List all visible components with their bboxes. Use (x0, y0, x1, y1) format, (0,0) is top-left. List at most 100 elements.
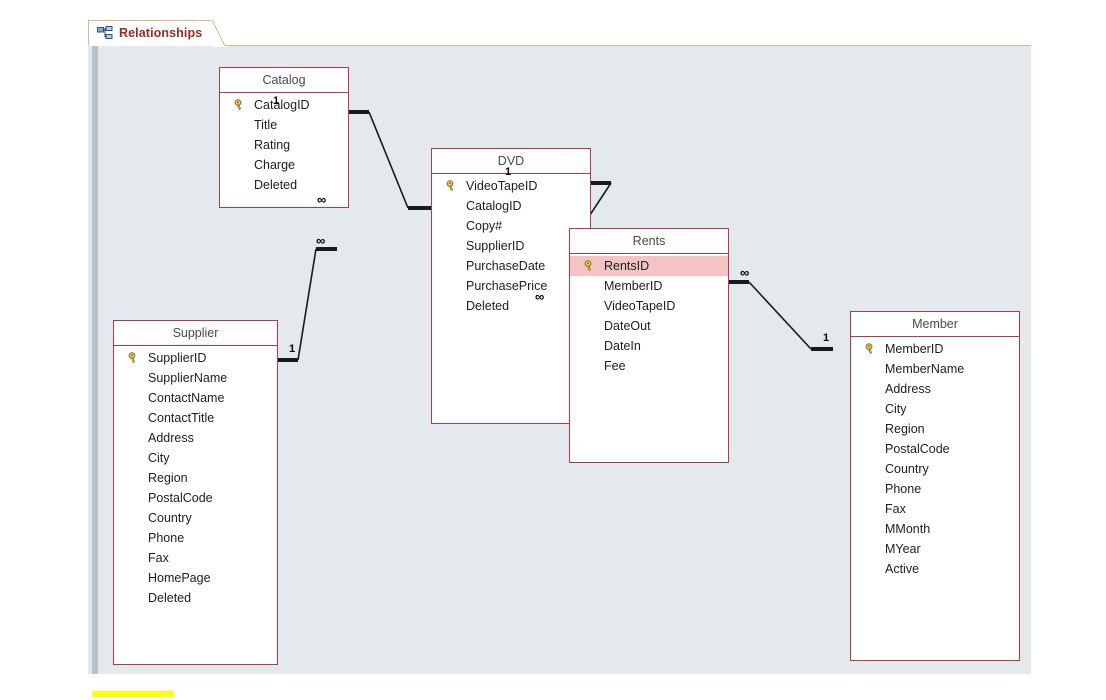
field-row[interactable]: Address (851, 379, 1019, 399)
field-row[interactable]: ContactName (114, 388, 277, 408)
field-row[interactable]: Deleted (432, 296, 590, 316)
relationships-canvas[interactable]: Catalog CatalogID Title Rating Charge Deleted… (88, 46, 1031, 674)
field-row[interactable]: MemberName (851, 359, 1019, 379)
relationship-catalog-dvd[interactable] (349, 110, 431, 210)
field-row[interactable]: Title (220, 115, 348, 135)
field-row[interactable]: SupplierName (114, 368, 277, 388)
field-list: MemberID MemberName Address City Region Posta… (851, 337, 1019, 579)
field-name: MemberID (604, 279, 663, 293)
field-name: Copy# (466, 219, 503, 233)
field-row[interactable]: PostalCode (114, 488, 277, 508)
table-title-catalog[interactable]: Catalog (220, 68, 348, 93)
field-name: SupplierID (148, 351, 207, 365)
field-name: ContactName (148, 391, 225, 405)
vertical-scrollbar-thumb[interactable] (92, 46, 98, 674)
tab-slant-edge (211, 19, 227, 47)
relationship-supplier-dvd[interactable] (278, 247, 337, 362)
field-name: MemberName (885, 362, 965, 376)
field-row[interactable]: CatalogID (220, 95, 348, 115)
field-name: SupplierName (148, 371, 228, 385)
field-row[interactable]: Rating (220, 135, 348, 155)
relationship-diagonal (297, 248, 317, 361)
table-title-member[interactable]: Member (851, 312, 1019, 337)
field-row[interactable]: SupplierID (432, 236, 590, 256)
field-name: CatalogID (466, 199, 522, 213)
field-row[interactable]: Region (851, 419, 1019, 439)
field-row[interactable]: City (851, 399, 1019, 419)
field-name: MemberID (885, 342, 944, 356)
field-row[interactable]: City (114, 448, 277, 468)
table-box-supplier[interactable]: Supplier SupplierID SupplierName ContactNam… (113, 320, 278, 665)
field-row[interactable]: PostalCode (851, 439, 1019, 459)
field-name: Phone (885, 482, 922, 496)
field-row[interactable]: ContactTitle (114, 408, 277, 428)
cardinality-label-rents-member-from: ∞ (740, 265, 749, 280)
field-row[interactable]: DateIn (570, 336, 728, 356)
field-row[interactable]: Charge (220, 155, 348, 175)
cardinality-label-supplier-dvd-to: ∞ (316, 233, 325, 248)
field-row[interactable]: Fax (851, 499, 1019, 519)
field-row[interactable]: PurchaseDate (432, 256, 590, 276)
field-row[interactable]: DateOut (570, 316, 728, 336)
relationship-rents-member[interactable] (729, 280, 833, 351)
field-row[interactable]: VideoTapeID (432, 176, 590, 196)
field-name: MMonth (885, 522, 931, 536)
field-row[interactable]: Copy# (432, 216, 590, 236)
table-box-catalog[interactable]: Catalog CatalogID Title Rating Charge Deleted (219, 67, 349, 208)
field-name: ContactTitle (148, 411, 215, 425)
field-row[interactable]: PurchasePrice (432, 276, 590, 296)
relationships-icon (97, 25, 113, 41)
field-row[interactable]: Deleted (114, 588, 277, 608)
relationship-diagonal (748, 281, 812, 350)
field-list: RentsID MemberID VideoTapeID DateOut DateIn F… (570, 254, 728, 376)
field-row[interactable]: CatalogID (432, 196, 590, 216)
field-row[interactable]: Country (114, 508, 277, 528)
field-name: Country (885, 462, 929, 476)
field-name: Fee (604, 359, 626, 373)
field-row[interactable]: Region (114, 468, 277, 488)
table-title-supplier[interactable]: Supplier (114, 321, 277, 346)
cardinality-label-dvd-rents-to: ∞ (535, 289, 544, 304)
field-row[interactable]: Country (851, 459, 1019, 479)
cardinality-label-dvd-rents-from: 1 (505, 166, 512, 178)
field-name: CatalogID (254, 98, 310, 112)
field-name: PurchaseDate (466, 259, 546, 273)
field-row[interactable]: Deleted (220, 175, 348, 195)
left-scroll-gutter (88, 46, 104, 674)
field-name: Phone (148, 531, 185, 545)
field-name: PostalCode (885, 442, 950, 456)
cardinality-label-catalog-dvd-to: ∞ (317, 192, 326, 207)
field-name: MYear (885, 542, 921, 556)
field-row[interactable]: SupplierID (114, 348, 277, 368)
field-row[interactable]: MMonth (851, 519, 1019, 539)
field-name: PostalCode (148, 491, 213, 505)
field-row[interactable]: VideoTapeID (570, 296, 728, 316)
field-row[interactable]: Phone (851, 479, 1019, 499)
table-title-rents[interactable]: Rents (570, 229, 728, 254)
table-box-rents[interactable]: Rents RentsID MemberID VideoTapeID DateOut Da… (569, 228, 729, 463)
cardinality-label-rents-member-to: 1 (823, 332, 830, 344)
field-name: Region (885, 422, 925, 436)
field-row[interactable]: Fax (114, 548, 277, 568)
field-name: Country (148, 511, 192, 525)
field-row[interactable]: Phone (114, 528, 277, 548)
field-name: Title (254, 118, 278, 132)
field-name: DateOut (604, 319, 651, 333)
field-row[interactable]: Address (114, 428, 277, 448)
field-row[interactable]: Fee (570, 356, 728, 376)
document-tab-strip: Relationships (88, 19, 1031, 47)
field-name: Deleted (254, 178, 298, 192)
field-row[interactable]: HomePage (114, 568, 277, 588)
field-row[interactable]: MemberID (570, 276, 728, 296)
field-row[interactable]: Active (851, 559, 1019, 579)
field-row[interactable]: MemberID (851, 339, 1019, 359)
table-box-dvd[interactable]: DVD VideoTapeID CatalogID Copy# SupplierID Pu… (431, 148, 591, 424)
field-name: Fax (148, 551, 169, 565)
relationship-diagonal (368, 111, 409, 209)
field-row[interactable]: MYear (851, 539, 1019, 559)
field-name: Rating (254, 138, 291, 152)
table-box-member[interactable]: Member MemberID MemberName Address City Regio… (850, 311, 1020, 661)
tab-relationships[interactable]: Relationships (88, 19, 227, 47)
field-name: Region (148, 471, 188, 485)
field-row[interactable]: RentsID (570, 256, 728, 276)
